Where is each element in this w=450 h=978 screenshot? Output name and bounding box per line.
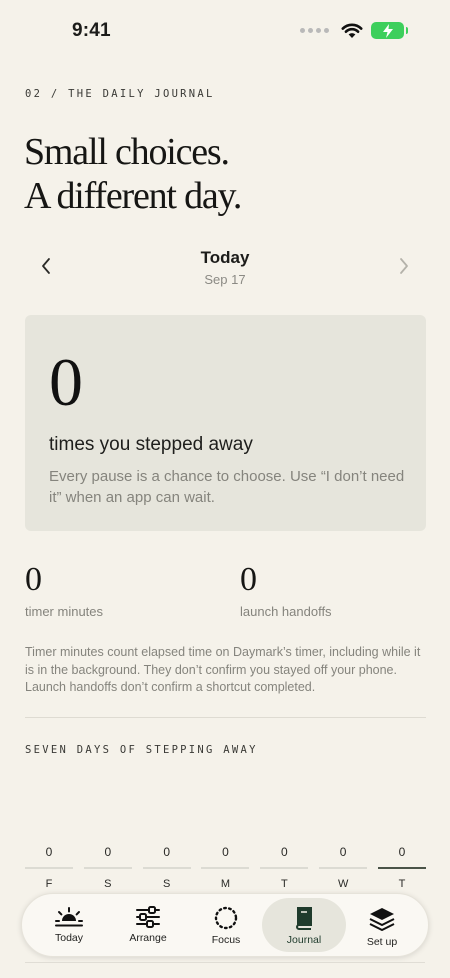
week-day-letter: M: [220, 878, 231, 890]
launch-handoffs-label: launch handoffs: [240, 604, 332, 619]
stats-disclaimer: Timer minutes count elapsed time on Daym…: [25, 645, 421, 694]
dotted-circle-icon: [214, 906, 238, 930]
tab-bar: Today Arrange Focus Journal Set up: [21, 893, 429, 957]
week-strip: 0 F 0 S 0 S 0 M 0 T 0 W 0 T: [25, 845, 426, 890]
status-icons: [300, 22, 408, 39]
tab-label: Today: [54, 932, 84, 944]
week-day-value: 0: [45, 845, 53, 859]
week-day-value: 0: [280, 845, 288, 859]
timer-minutes-value: 0: [25, 561, 42, 598]
week-day-bar: [201, 867, 250, 869]
battery-charging-icon: [371, 22, 408, 39]
bottom-rule: [25, 962, 425, 963]
day-title: Today: [200, 248, 250, 267]
week-day-bar: [142, 867, 191, 869]
tab-label: Set up: [366, 936, 398, 948]
week-day-letter: S: [104, 878, 112, 890]
tab-today[interactable]: Today: [27, 898, 111, 952]
tab-focus[interactable]: Focus: [184, 898, 268, 952]
week-day: 0 W: [319, 845, 368, 890]
week-day: 0 S: [83, 845, 132, 890]
launch-handoffs-stat: 0 launch handoffs: [240, 560, 420, 619]
page-headline: Small choices. A different day.: [24, 130, 242, 218]
tab-label: Focus: [211, 934, 241, 946]
status-bar: 9:41: [0, 0, 450, 66]
headline-line-2: A different day.: [24, 175, 242, 217]
sliders-icon: [136, 906, 160, 928]
next-day-button[interactable]: [392, 252, 416, 280]
tab-label: Journal: [286, 934, 322, 946]
week-day-value: 0: [104, 845, 112, 859]
week-day-letter: S: [162, 878, 171, 890]
week-day-bar: [260, 867, 309, 869]
week-day-value: 0: [163, 845, 170, 859]
stepped-away-card: 0 times you stepped away Every pause is …: [25, 315, 426, 531]
week-day-letter: W: [337, 878, 349, 890]
week-day: 0 S: [142, 845, 191, 890]
week-day-letter: T: [280, 878, 288, 890]
layers-icon: [369, 908, 395, 931]
timer-minutes-label: timer minutes: [25, 604, 104, 619]
section-eyebrow: 02 / THE DAILY JOURNAL: [25, 88, 215, 100]
stepped-away-heading: times you stepped away: [49, 434, 253, 455]
tab-arrange[interactable]: Arrange: [106, 898, 190, 952]
tab-set-up[interactable]: Set up: [340, 898, 424, 952]
day-navigator: Today Sep 17: [0, 244, 450, 294]
week-day-letter: F: [45, 878, 53, 890]
week-day-value: 0: [339, 845, 347, 859]
timer-minutes-stat: 0 timer minutes: [25, 560, 205, 619]
book-icon: [296, 907, 312, 930]
week-day: 0 F: [25, 845, 73, 890]
cellular-signal-icon: [300, 28, 329, 33]
status-time: 9:41: [72, 20, 111, 41]
week-day-value: 0: [398, 845, 406, 859]
week-day-bar: [25, 867, 73, 869]
week-day-value: 0: [222, 845, 229, 859]
week-day: 0 T: [260, 845, 309, 890]
launch-handoffs-value: 0: [240, 561, 257, 598]
stepped-away-count: 0: [49, 344, 83, 420]
week-day-letter: T: [398, 878, 406, 890]
chevron-right-icon: [400, 258, 408, 274]
week-day-today: 0 T: [377, 845, 426, 890]
wifi-icon: [341, 23, 363, 38]
week-day-bar: [83, 867, 132, 869]
week-section-title: SEVEN DAYS OF STEPPING AWAY: [25, 744, 258, 756]
day-date: Sep 17: [204, 272, 246, 287]
week-day-bar: [377, 867, 426, 869]
week-day: 0 M: [201, 845, 250, 890]
tab-journal[interactable]: Journal: [262, 898, 346, 952]
headline-line-1: Small choices.: [24, 131, 230, 173]
sunrise-icon: [55, 907, 83, 927]
section-divider: [25, 717, 426, 718]
tab-label: Arrange: [129, 932, 167, 944]
week-day-bar: [319, 867, 368, 869]
stepped-away-description: Every pause is a chance to choose. Use “…: [49, 468, 405, 506]
